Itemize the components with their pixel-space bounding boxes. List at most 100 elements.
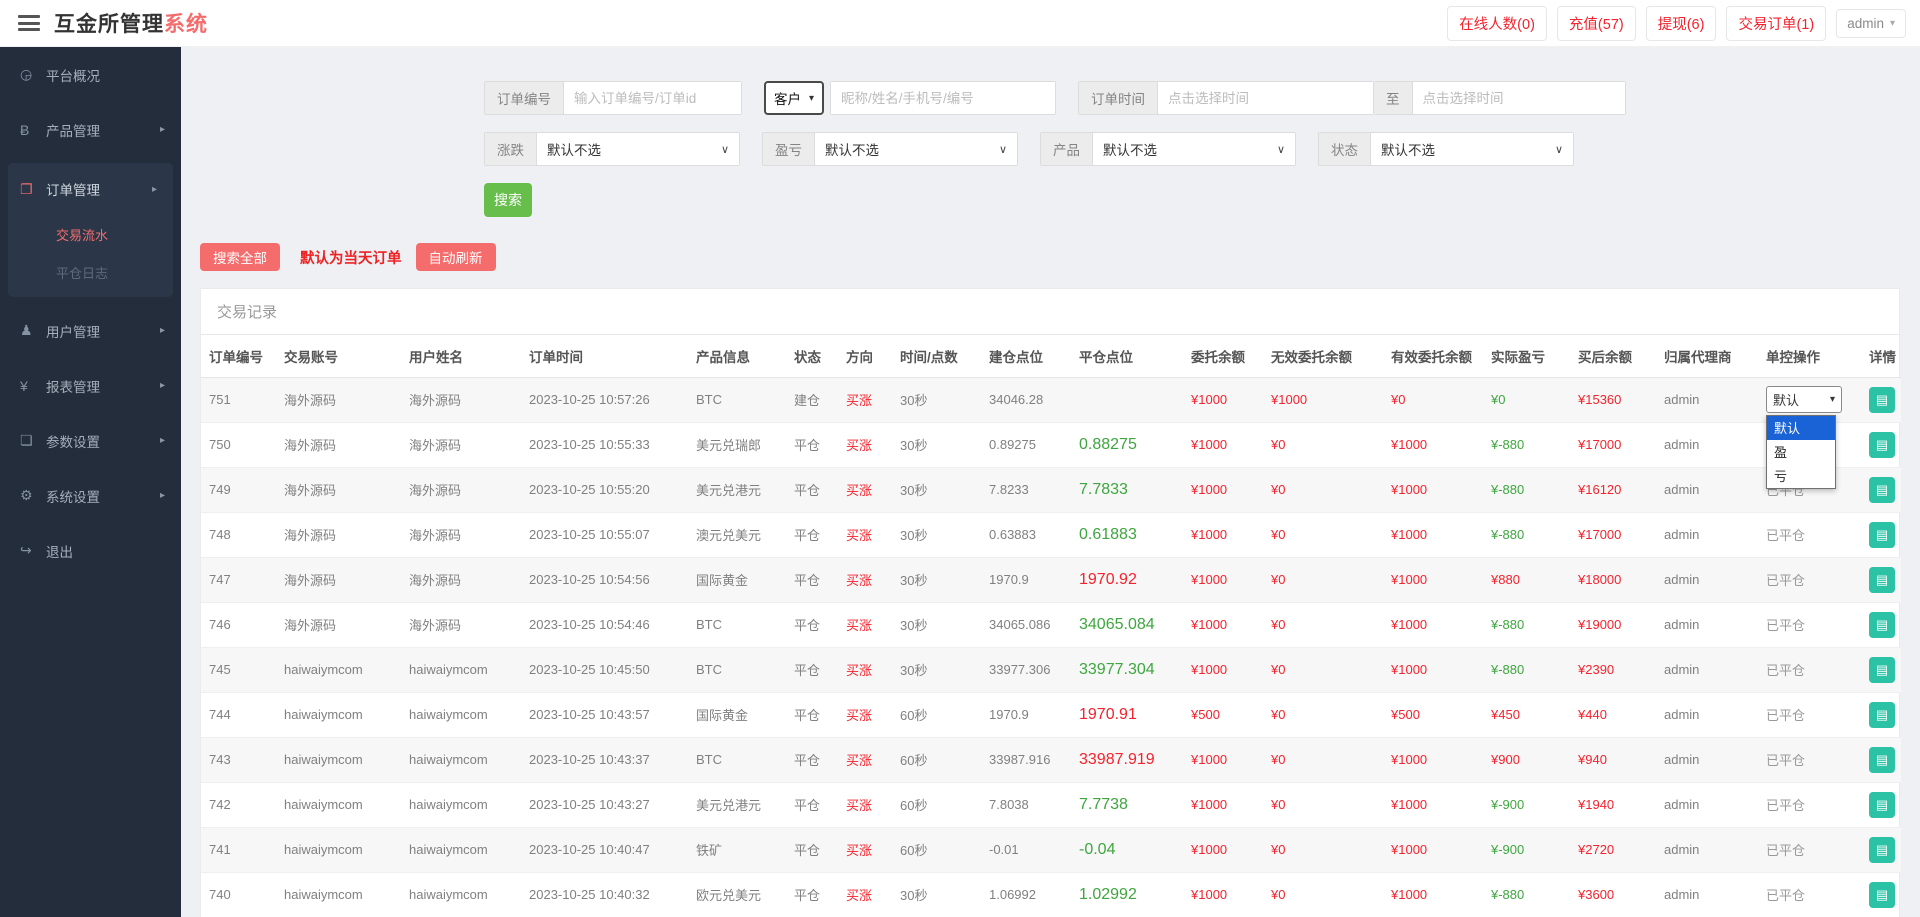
time-from-input[interactable] [1158, 82, 1373, 114]
cell-product: BTC [688, 647, 786, 692]
sidebar-item-parameter-settings[interactable]: ❏参数设置▸ [0, 413, 181, 468]
sidebar-item-label: 平台概况 [46, 65, 100, 85]
profit-loss-value: 默认不选 [825, 139, 879, 159]
cell-status: 平仓 [786, 737, 838, 782]
cell-invalid-entrust: ¥0 [1263, 557, 1383, 602]
cell-status: 平仓 [786, 647, 838, 692]
cell-close-point: 0.88275 [1071, 422, 1183, 467]
detail-button[interactable]: ▤ [1869, 702, 1895, 728]
cell-order-time: 2023-10-25 10:43:57 [521, 692, 688, 737]
cell-valid-entrust: ¥1000 [1383, 512, 1483, 557]
detail-button[interactable]: ▤ [1869, 477, 1895, 503]
cell-direction: 买涨 [838, 422, 892, 467]
list-icon: ▤ [1876, 528, 1888, 541]
admin-menu[interactable]: admin ▾ [1836, 9, 1906, 38]
customer-search-input[interactable] [831, 82, 1055, 114]
sidebar-item-product-management[interactable]: Ƀ产品管理▸ [0, 102, 181, 157]
time-to-input[interactable] [1413, 82, 1626, 114]
detail-button[interactable]: ▤ [1869, 432, 1895, 458]
search-button[interactable]: 搜索 [484, 183, 532, 217]
sidebar-item-user-management[interactable]: ♟用户管理▸ [0, 303, 181, 358]
cell-duration: 30秒 [892, 647, 981, 692]
stat-withdraw[interactable]: 提现(6) [1646, 6, 1717, 41]
product-select[interactable]: 默认不选 ∨ [1093, 133, 1295, 165]
status-label: 状态 [1319, 133, 1371, 165]
cell-order-id: 747 [201, 557, 276, 602]
single-control-dropdown: 默认盈亏 [1766, 415, 1836, 489]
stat-trade-orders[interactable]: 交易订单(1) [1726, 6, 1826, 41]
detail-button[interactable]: ▤ [1869, 522, 1895, 548]
cell-agent: admin [1656, 512, 1758, 557]
detail-button[interactable]: ▤ [1869, 837, 1895, 863]
menu-toggle-icon[interactable] [18, 15, 40, 31]
control-status: 已平仓 [1766, 888, 1805, 903]
detail-button[interactable]: ▤ [1869, 882, 1895, 908]
customer-type-select[interactable]: 客户 ▾ [764, 81, 824, 115]
sidebar-item-logout[interactable]: ↪退出 [0, 523, 181, 578]
order-no-label: 订单编号 [485, 82, 564, 114]
cell-open-point: 0.63883 [981, 512, 1071, 557]
sidebar-item-report-management[interactable]: ¥报表管理▸ [0, 358, 181, 413]
detail-button[interactable]: ▤ [1869, 387, 1895, 413]
cell-username: 海外源码 [401, 377, 521, 422]
detail-button[interactable]: ▤ [1869, 612, 1895, 638]
cell-profit: ¥-880 [1483, 602, 1570, 647]
trade-records-panel: 交易记录 订单编号交易账号用户姓名订单时间产品信息状态方向时间/点数建仓点位平仓… [200, 288, 1900, 917]
sidebar-item-label: 系统设置 [46, 486, 100, 506]
status-select[interactable]: 默认不选 ∨ [1371, 133, 1573, 165]
sidebar-subitem-transaction-flow[interactable]: 交易流水 [8, 215, 173, 253]
order-no-input[interactable] [564, 82, 741, 114]
sidebar-subitem-close-position-log[interactable]: 平仓日志 [8, 253, 173, 291]
detail-button[interactable]: ▤ [1869, 747, 1895, 773]
sidebar-item-system-settings[interactable]: ⚙系统设置▸ [0, 468, 181, 523]
auto-refresh-button[interactable]: 自动刷新 [416, 243, 496, 271]
cell-duration: 30秒 [892, 422, 981, 467]
cell-detail: ▤ [1861, 467, 1901, 512]
cell-order-time: 2023-10-25 10:54:56 [521, 557, 688, 602]
cell-profit: ¥-900 [1483, 782, 1570, 827]
chevron-right-icon: ▸ [160, 435, 165, 446]
cell-account: 海外源码 [276, 557, 401, 602]
cell-status: 平仓 [786, 782, 838, 827]
stat-online-count[interactable]: 在线人数(0) [1447, 6, 1547, 41]
cell-open-point: 1970.9 [981, 692, 1071, 737]
control-status: 已平仓 [1766, 528, 1805, 543]
detail-button[interactable]: ▤ [1869, 657, 1895, 683]
dropdown-option[interactable]: 默认 [1767, 416, 1835, 440]
cell-close-point: 33987.919 [1071, 737, 1183, 782]
rise-fall-select[interactable]: 默认不选 ∨ [537, 133, 739, 165]
sidebar-item-platform-overview[interactable]: ◶平台概况 [0, 47, 181, 102]
cell-close-point: 34065.084 [1071, 602, 1183, 647]
search-all-button[interactable]: 搜索全部 [200, 243, 280, 271]
cell-order-id: 744 [201, 692, 276, 737]
trade-table: 订单编号交易账号用户姓名订单时间产品信息状态方向时间/点数建仓点位平仓点位委托余… [201, 335, 1901, 917]
cell-order-id: 751 [201, 377, 276, 422]
detail-button[interactable]: ▤ [1869, 567, 1895, 593]
column-header: 买后余额 [1570, 335, 1656, 377]
cell-order-id: 746 [201, 602, 276, 647]
dropdown-option[interactable]: 亏 [1767, 464, 1835, 488]
sidebar-item-order-management[interactable]: ❐订单管理▸ [8, 163, 173, 215]
cell-open-point: 33977.306 [981, 647, 1071, 692]
cell-after-balance: ¥2390 [1570, 647, 1656, 692]
control-status: 已平仓 [1766, 843, 1805, 858]
cell-product: 美元兑港元 [688, 467, 786, 512]
profit-loss-select[interactable]: 默认不选 ∨ [815, 133, 1017, 165]
cell-duration: 30秒 [892, 377, 981, 422]
stat-recharge[interactable]: 充值(57) [1557, 6, 1636, 41]
list-icon: ▤ [1876, 393, 1888, 406]
cell-direction: 买涨 [838, 782, 892, 827]
dropdown-option[interactable]: 盈 [1767, 440, 1835, 464]
single-control-select[interactable]: 默认▾ [1766, 386, 1842, 413]
cell-profit: ¥450 [1483, 692, 1570, 737]
cell-entrust: ¥1000 [1183, 647, 1263, 692]
table-row: 746 海外源码 海外源码 2023-10-25 10:54:46 BTC 平仓… [201, 602, 1901, 647]
detail-button[interactable]: ▤ [1869, 792, 1895, 818]
column-header: 用户姓名 [401, 335, 521, 377]
cell-direction: 买涨 [838, 647, 892, 692]
cell-product: 欧元兑美元 [688, 872, 786, 917]
column-header: 委托余额 [1183, 335, 1263, 377]
chevron-down-icon: ▾ [1830, 394, 1835, 405]
cell-valid-entrust: ¥1000 [1383, 647, 1483, 692]
cell-account: 海外源码 [276, 422, 401, 467]
